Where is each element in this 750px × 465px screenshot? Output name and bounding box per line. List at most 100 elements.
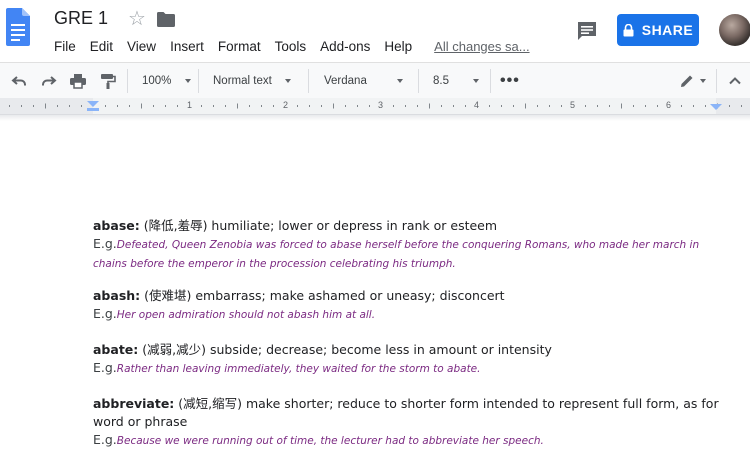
ruler-tick (705, 105, 706, 107)
vocab-definition: (减弱,减少) subside; decrease; become less i… (138, 342, 552, 357)
collapse-toolbar-button[interactable] (726, 63, 744, 99)
ruler-tick (81, 105, 82, 107)
ruler-tick (633, 105, 634, 107)
paragraph-style-value: Normal text (213, 75, 272, 87)
font-size-select[interactable]: 8.5 (433, 63, 483, 99)
definition-line: abash: (使难堪) embarrass; make ashamed or … (93, 287, 723, 305)
ruler-tick (597, 105, 598, 107)
ruler-tick (621, 103, 622, 109)
avatar[interactable] (719, 14, 750, 46)
ruler-tick (33, 105, 34, 107)
toolbar-divider (716, 69, 717, 93)
formatting-toolbar: 100% Normal text Verdana 8.5 ••• (0, 62, 750, 100)
ruler-tick (369, 105, 370, 107)
example-line: E.g.Rather than leaving immediately, the… (93, 359, 723, 378)
ruler-number: 1 (187, 100, 193, 110)
vocab-definition: (降低,羞辱) humiliate; lower or depress in r… (139, 218, 498, 233)
ruler-tick (69, 105, 70, 107)
toolbar-divider (127, 69, 128, 93)
document-title[interactable]: GRE 1 (54, 8, 108, 29)
ruler-tick (693, 105, 694, 107)
example-line: E.g.Her open admiration should not abash… (93, 305, 723, 324)
share-button[interactable]: SHARE (617, 14, 699, 46)
comment-icon[interactable] (576, 20, 598, 42)
ruler-tick (405, 105, 406, 107)
ruler[interactable]: 1 2 3 4 5 6 (0, 98, 750, 115)
left-indent-marker (87, 108, 99, 111)
ruler-number: 4 (474, 100, 480, 110)
redo-button[interactable] (40, 63, 58, 99)
more-icon: ••• (500, 72, 520, 89)
menu-insert[interactable]: Insert (170, 39, 204, 54)
ruler-tick (513, 105, 514, 107)
ruler-tick (129, 105, 130, 107)
ruler-tick (561, 105, 562, 107)
ruler-tick (21, 105, 22, 107)
undo-button[interactable] (10, 63, 28, 99)
undo-icon (11, 76, 26, 86)
font-family-select[interactable]: Verdana (324, 63, 408, 99)
ruler-tick (393, 105, 394, 107)
ruler-tick (333, 103, 334, 109)
menu-tools[interactable]: Tools (275, 39, 307, 54)
star-icon[interactable]: ☆ (128, 8, 146, 30)
menu-edit[interactable]: Edit (90, 39, 113, 54)
ruler-tick (741, 105, 742, 107)
caret-down-icon (284, 79, 291, 83)
redo-icon (42, 76, 57, 86)
ruler-number: 3 (378, 100, 384, 110)
example-sentence: Rather than leaving immediately, they wa… (116, 363, 481, 375)
ruler-tick (549, 105, 550, 107)
pencil-icon (681, 75, 693, 87)
font-size-value: 8.5 (433, 75, 449, 87)
ruler-tick (225, 105, 226, 107)
menu-view[interactable]: View (127, 39, 156, 54)
ruler-tick (177, 105, 178, 107)
menu-add-ons[interactable]: Add-ons (320, 39, 370, 54)
ruler-tick (537, 105, 538, 107)
vocab-word: abase: (93, 218, 140, 233)
ruler-tick (525, 103, 526, 109)
ruler-tick (729, 105, 730, 107)
ruler-tick (681, 105, 682, 107)
ruler-number: 2 (283, 100, 289, 110)
lock-icon (623, 23, 634, 36)
save-status-link[interactable]: All changes sa... (434, 39, 529, 54)
vocab-entry: abbreviate: (减短,缩写) make shorter; reduce… (93, 395, 723, 450)
more-button[interactable]: ••• (500, 63, 520, 99)
example-sentence: Because we were running out of time, the… (116, 435, 544, 447)
menu-format[interactable]: Format (218, 39, 261, 54)
paint-format-button[interactable] (99, 63, 117, 99)
example-sentence: Her open admiration should not abash him… (116, 309, 376, 321)
ruler-tick (489, 105, 490, 107)
folder-icon[interactable] (157, 12, 175, 27)
ruler-tick (645, 105, 646, 107)
paragraph-style-select[interactable]: Normal text (213, 63, 297, 99)
docs-logo-icon[interactable] (6, 8, 30, 46)
paint-format-icon (101, 74, 116, 89)
zoom-select[interactable]: 100% (142, 63, 192, 99)
vocab-word: abash: (93, 288, 141, 303)
toolbar-divider (490, 69, 491, 93)
ruler-tick (309, 105, 310, 107)
example-sentence: Defeated, Queen Zenobia was forced to ab… (93, 239, 700, 270)
menu-help[interactable]: Help (384, 39, 412, 54)
ruler-tick (657, 105, 658, 107)
definition-line: abbreviate: (减短,缩写) make shorter; reduce… (93, 395, 723, 431)
example-prefix: E.g. (93, 432, 117, 447)
ruler-tick (201, 105, 202, 107)
share-label: SHARE (641, 22, 694, 38)
ruler-tick (441, 105, 442, 107)
example-prefix: E.g. (93, 306, 117, 321)
ruler-number: 5 (570, 100, 576, 110)
zoom-value: 100% (142, 75, 172, 87)
ruler-tick (57, 105, 58, 107)
example-line: E.g.Because we were running out of time,… (93, 431, 723, 450)
vocab-definition: (使难堪) embarrass; make ashamed or uneasy;… (140, 288, 505, 303)
vocab-word: abate: (93, 342, 139, 357)
toolbar-divider (308, 69, 309, 93)
menu-file[interactable]: File (54, 39, 76, 54)
ruler-tick (585, 105, 586, 107)
editing-mode-button[interactable] (678, 63, 706, 99)
print-button[interactable] (69, 63, 87, 99)
